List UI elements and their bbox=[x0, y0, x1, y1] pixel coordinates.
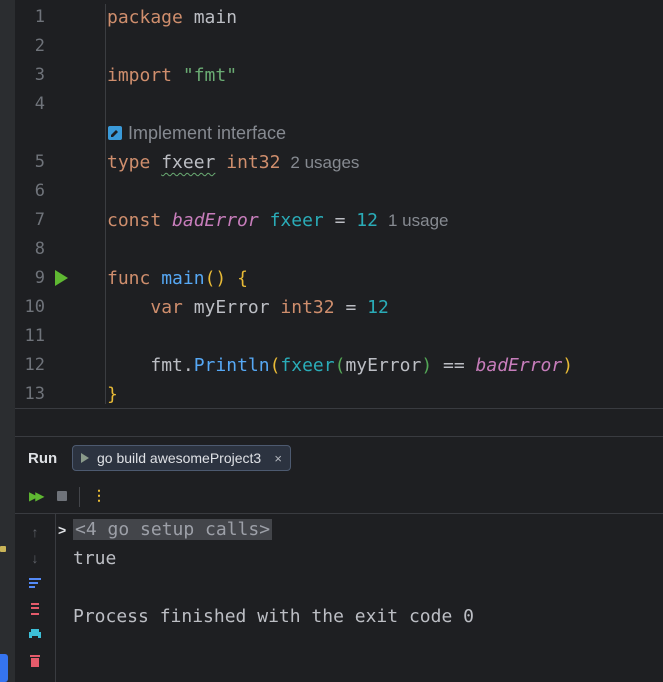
paren: ) bbox=[562, 355, 574, 376]
code-line: 9 func main() { bbox=[15, 264, 663, 293]
number-literal: 12 bbox=[356, 210, 378, 231]
run-config-icon bbox=[81, 453, 89, 463]
type-conversion: fxeer bbox=[280, 355, 335, 376]
implement-interface-hint[interactable]: Implement interface bbox=[108, 120, 286, 146]
line-number: 1 bbox=[34, 7, 45, 27]
toolbar-separator bbox=[79, 487, 80, 507]
code-line: 4 bbox=[15, 90, 663, 119]
print-icon[interactable] bbox=[27, 628, 43, 644]
left-tool-strip bbox=[0, 0, 15, 682]
paren: ) bbox=[421, 355, 433, 376]
keyword: type bbox=[107, 152, 151, 173]
code-line: 11 bbox=[15, 322, 663, 351]
line-number: 9 bbox=[34, 268, 45, 288]
run-gutter-icon[interactable] bbox=[55, 270, 68, 286]
string-literal: "fmt" bbox=[182, 65, 238, 86]
line-number: 10 bbox=[24, 297, 45, 317]
console-output[interactable]: > <4 go setup calls> true Process finish… bbox=[56, 514, 663, 682]
code-line: 8 bbox=[15, 235, 663, 264]
code-line: 10 var myError int32 = 12 bbox=[15, 293, 663, 322]
number-literal: 12 bbox=[367, 297, 389, 318]
stop-icon[interactable] bbox=[57, 491, 67, 501]
keyword: import bbox=[107, 65, 173, 86]
type-ref: fxeer bbox=[269, 210, 324, 231]
line-number: 7 bbox=[34, 210, 45, 230]
identifier: myError bbox=[193, 297, 270, 318]
code-line: 13 } bbox=[15, 380, 663, 409]
brace: } bbox=[107, 384, 118, 405]
operator: = bbox=[334, 210, 346, 231]
usages-hint[interactable]: 2 usages bbox=[290, 153, 359, 172]
line-number: 11 bbox=[24, 326, 45, 346]
line-number: 6 bbox=[34, 181, 45, 201]
code-line: 1 package main bbox=[15, 3, 663, 32]
type-keyword: int32 bbox=[226, 152, 281, 173]
run-config-tab[interactable]: go build awesomeProject3 × bbox=[72, 445, 291, 471]
identifier: myError bbox=[345, 355, 422, 376]
process-exit-message: Process finished with the exit code 0 bbox=[73, 606, 474, 627]
close-icon[interactable]: × bbox=[274, 451, 282, 466]
code-line: 2 bbox=[15, 32, 663, 61]
code-line: 3 import "fmt" bbox=[15, 61, 663, 90]
console-output-line: true bbox=[73, 548, 117, 569]
brace: { bbox=[237, 268, 248, 289]
type-name: fxeer bbox=[161, 152, 216, 173]
dot: . bbox=[182, 355, 194, 376]
function-name: main bbox=[161, 268, 205, 289]
inlay-hint-label: Implement interface bbox=[128, 122, 287, 143]
paren: ( bbox=[269, 355, 281, 376]
arrow-down-icon[interactable]: ↓ bbox=[27, 550, 43, 566]
chevron-right-icon[interactable]: > bbox=[58, 522, 66, 538]
line-number: 8 bbox=[34, 239, 45, 259]
line-number: 5 bbox=[34, 152, 45, 172]
console-side-toolbar: ↑ ↓ bbox=[15, 514, 56, 682]
keyword: var bbox=[150, 297, 183, 318]
run-tool-header: Run go build awesomeProject3 × bbox=[15, 436, 663, 481]
code-line: 5 type fxeer int32 2 usages bbox=[15, 148, 663, 177]
line-number: 13 bbox=[24, 384, 45, 404]
line-number: 2 bbox=[34, 36, 45, 56]
implement-interface-icon bbox=[108, 126, 122, 140]
keyword: const bbox=[107, 210, 162, 231]
arrow-up-icon[interactable]: ↑ bbox=[27, 524, 43, 540]
keyword: func bbox=[107, 268, 151, 289]
trash-icon[interactable] bbox=[27, 654, 43, 671]
line-number: 12 bbox=[24, 355, 45, 375]
parens: () bbox=[204, 268, 227, 289]
run-toolbar: ▶▶ ⋮ bbox=[15, 481, 663, 514]
code-line: 12 fmt.Println(fxeer(myError) == badErro… bbox=[15, 351, 663, 380]
more-vertical-icon[interactable]: ⋮ bbox=[92, 487, 106, 504]
operator: == bbox=[443, 355, 465, 376]
folded-setup-calls[interactable]: <4 go setup calls> bbox=[73, 519, 273, 540]
active-tool-indicator[interactable] bbox=[0, 654, 8, 682]
identifier: main bbox=[193, 7, 238, 28]
package-ref: fmt bbox=[150, 355, 183, 376]
keyword: package bbox=[107, 7, 183, 28]
paren: ( bbox=[334, 355, 346, 376]
constant-ref: badError bbox=[475, 355, 563, 376]
code-line: 6 bbox=[15, 177, 663, 206]
scroll-to-end-icon[interactable] bbox=[27, 602, 43, 619]
line-number: 4 bbox=[34, 94, 45, 114]
code-line: 7 const badError fxeer = 12 1 usage bbox=[15, 206, 663, 235]
rerun-icon[interactable]: ▶▶ bbox=[29, 489, 45, 503]
soft-wrap-icon[interactable] bbox=[27, 576, 43, 592]
operator: = bbox=[345, 297, 357, 318]
code-editor[interactable]: 1 package main 2 3 import "fmt" 4 Implem… bbox=[15, 0, 663, 410]
usages-hint[interactable]: 1 usage bbox=[388, 211, 449, 230]
strip-marker bbox=[0, 546, 6, 552]
constant-name: badError bbox=[172, 210, 259, 231]
editor-divider bbox=[15, 408, 663, 409]
line-number: 3 bbox=[34, 65, 45, 85]
run-tab-label: go build awesomeProject3 bbox=[97, 450, 262, 466]
type-keyword: int32 bbox=[280, 297, 335, 318]
function-call: Println bbox=[193, 355, 270, 376]
run-tool-title: Run bbox=[28, 450, 58, 467]
